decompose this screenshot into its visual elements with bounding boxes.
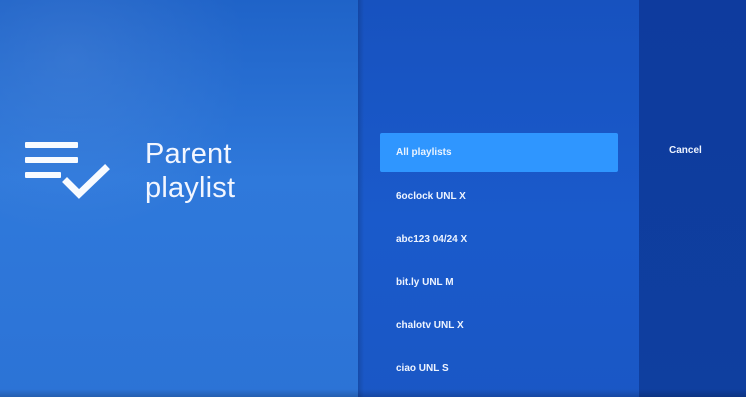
panel-divider-shadow — [358, 0, 364, 397]
playlist-option-all-playlists[interactable]: All playlists — [380, 133, 618, 172]
playlist-option-bitly[interactable]: bit.ly UNL M — [380, 262, 618, 303]
icon-line-2 — [25, 157, 78, 163]
playlist-option-label: bit.ly UNL M — [396, 277, 454, 288]
playlist-option-label: 6oclock UNL X — [396, 191, 466, 202]
page-title-line-2: playlist — [145, 172, 236, 204]
playlist-option-abc123[interactable]: abc123 04/24 X — [380, 219, 618, 260]
playlist-option-ciao[interactable]: ciao UNL S — [380, 348, 618, 389]
tv-dialog-screen: Parent playlist All playlists 6oclock UN… — [0, 0, 746, 397]
playlist-option-6oclock[interactable]: 6oclock UNL X — [380, 176, 618, 217]
checkmark-shape — [62, 164, 110, 199]
playlist-check-icon-svg — [25, 142, 110, 199]
icon-line-3 — [25, 172, 61, 178]
playlist-option-label: abc123 04/24 X — [396, 234, 468, 245]
page-title: Parent playlist — [145, 137, 325, 205]
playlist-option-label: All playlists — [396, 147, 452, 158]
page-title-line-1: Parent — [145, 138, 232, 170]
playlist-option-label: ciao UNL S — [396, 363, 449, 374]
bottom-screen-shade — [0, 389, 746, 397]
playlist-check-icon — [25, 138, 125, 208]
playlist-option-label: chalotv UNL X — [396, 320, 464, 331]
playlist-option-chalotv[interactable]: chalotv UNL X — [380, 305, 618, 346]
cancel-button[interactable]: Cancel — [669, 145, 702, 156]
action-panel — [639, 0, 746, 397]
parent-playlist-list: All playlists 6oclock UNL X abc123 04/24… — [380, 133, 618, 391]
icon-line-1 — [25, 142, 78, 148]
